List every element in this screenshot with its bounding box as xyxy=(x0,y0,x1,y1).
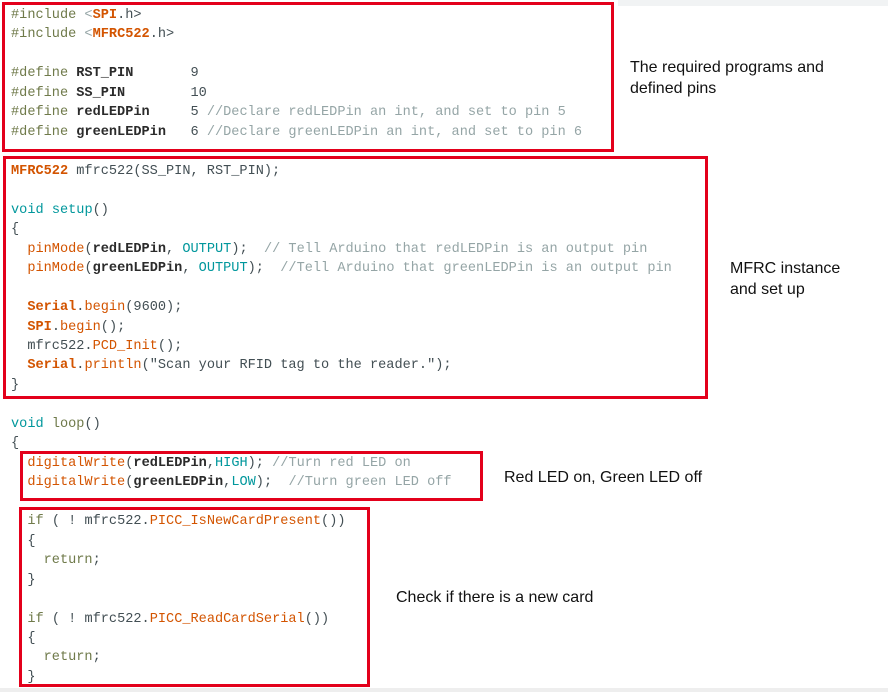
annotation-leds: Red LED on, Green LED off xyxy=(504,469,703,486)
annotation-line: The required programs and xyxy=(630,59,824,76)
annotation-line: and set up xyxy=(730,281,805,298)
annotation-line: defined pins xyxy=(630,80,717,97)
code-token: () xyxy=(84,416,101,432)
annotation-card: Check if there is a new card xyxy=(396,589,594,606)
annotation-includes: The required programs and defined pins xyxy=(630,57,824,99)
highlight-box-leds xyxy=(20,451,483,501)
code-token: { xyxy=(11,436,20,452)
annotation-line: MFRC instance xyxy=(730,260,841,277)
highlight-box-card-check xyxy=(19,507,370,687)
annotation-setup: MFRC instance and set up xyxy=(730,258,840,300)
bottom-bar xyxy=(0,688,888,692)
code-token: void xyxy=(11,416,44,432)
highlight-box-includes xyxy=(2,2,614,152)
code-token: loop xyxy=(51,416,85,432)
code-line: void loop() xyxy=(11,415,672,434)
highlight-box-setup xyxy=(3,156,708,399)
